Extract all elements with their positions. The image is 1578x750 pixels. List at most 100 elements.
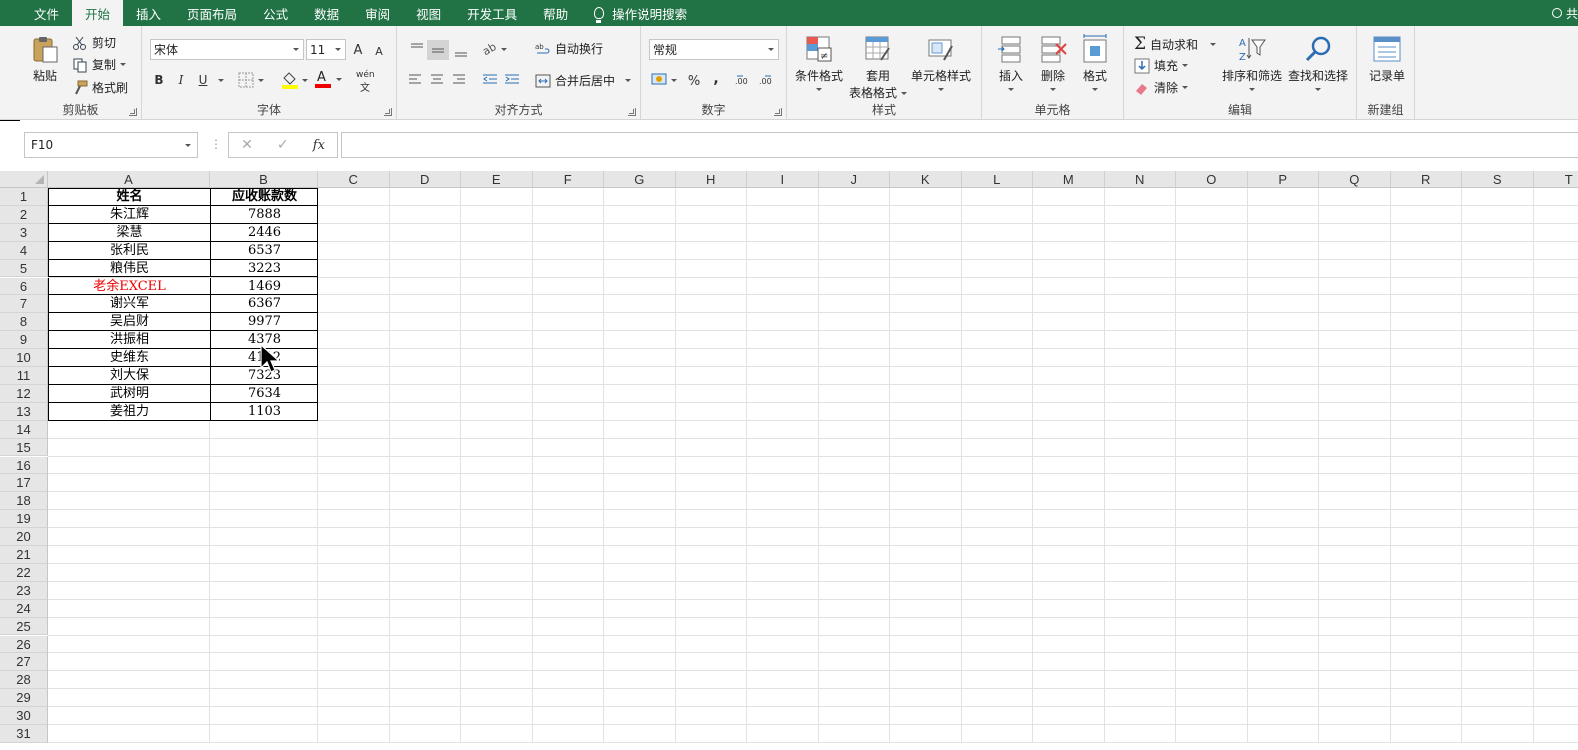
accounting-format-icon[interactable] — [651, 71, 679, 89]
tab-insert[interactable]: 插入 — [123, 0, 174, 26]
table-header-cell[interactable]: 姓名 — [48, 188, 210, 206]
table-cell[interactable]: 1103 — [210, 402, 318, 421]
font-launcher-icon[interactable] — [384, 108, 392, 116]
autosum-button[interactable]: Σ 自动求和 — [1134, 34, 1217, 54]
row-header-5[interactable]: 5 — [0, 259, 48, 278]
table-cell[interactable]: 9977 — [210, 313, 318, 332]
table-cell[interactable]: 7888 — [210, 205, 318, 224]
row-header-20[interactable]: 20 — [0, 528, 48, 546]
table-cell[interactable]: 6367 — [210, 295, 318, 314]
tab-home[interactable]: 开始 — [72, 0, 124, 26]
tab-formulas[interactable]: 公式 — [250, 0, 301, 26]
delete-cells-button[interactable]: 删除 — [1038, 34, 1068, 91]
conditional-format-button[interactable]: ≠ 条件格式 — [795, 34, 843, 91]
name-box[interactable]: F10 — [24, 132, 198, 158]
table-cell[interactable]: 老余EXCEL — [48, 277, 210, 296]
cut-button[interactable]: 剪切 — [72, 34, 116, 51]
row-header-14[interactable]: 14 — [0, 420, 48, 439]
table-cell[interactable]: 3223 — [210, 259, 318, 278]
font-size-combo[interactable]: 11 — [306, 39, 346, 60]
tab-data[interactable]: 数据 — [301, 0, 352, 26]
fill-button[interactable]: 填充 — [1134, 57, 1189, 74]
comma-button[interactable]: , — [707, 70, 725, 88]
tab-file[interactable]: 文件 — [0, 0, 72, 26]
horizontal-align-icons[interactable] — [407, 72, 535, 88]
column-header-O[interactable]: O — [1176, 171, 1248, 188]
column-header-J[interactable]: J — [818, 171, 890, 188]
table-cell[interactable]: 7634 — [210, 384, 318, 403]
column-header-T[interactable]: T — [1533, 171, 1578, 188]
percent-button[interactable]: % — [685, 72, 703, 90]
decimal-icons[interactable]: .00 .00 — [735, 72, 781, 88]
column-header-Q[interactable]: Q — [1319, 171, 1391, 188]
row-header-7[interactable]: 7 — [0, 295, 48, 314]
format-painter-button[interactable]: 格式刷 — [72, 79, 128, 96]
row-header-4[interactable]: 4 — [0, 241, 48, 260]
phonetic-button[interactable]: wén 文 — [356, 70, 390, 94]
merge-center-button[interactable]: 合并后居中 — [535, 72, 632, 89]
row-header-29[interactable]: 29 — [0, 689, 48, 708]
table-cell[interactable]: 1469 — [210, 277, 318, 296]
row-header-25[interactable]: 25 — [0, 617, 48, 636]
row-header-9[interactable]: 9 — [0, 331, 48, 350]
shrink-font-button[interactable]: A — [370, 42, 388, 60]
formula-input[interactable] — [341, 132, 1578, 158]
column-header-A[interactable]: A — [48, 171, 210, 188]
cell-styles-button[interactable]: 单元格样式 — [911, 34, 971, 91]
row-header-15[interactable]: 15 — [0, 438, 48, 457]
row-header-18[interactable]: 18 — [0, 492, 48, 511]
row-header-8[interactable]: 8 — [0, 313, 48, 332]
column-header-E[interactable]: E — [461, 171, 533, 188]
tab-review[interactable]: 审阅 — [352, 0, 403, 26]
column-header-M[interactable]: M — [1033, 171, 1105, 188]
row-header-1[interactable]: 1 — [0, 188, 48, 206]
row-header-26[interactable]: 26 — [0, 635, 48, 654]
column-header-I[interactable]: I — [747, 171, 819, 188]
table-cell[interactable]: 朱江辉 — [48, 205, 210, 224]
enter-icon[interactable]: ✓ — [277, 137, 289, 153]
paste-button[interactable]: 粘贴 — [30, 34, 60, 84]
column-header-S[interactable]: S — [1462, 171, 1534, 188]
copy-button[interactable]: 复制 — [72, 56, 127, 73]
bold-button[interactable]: B — [150, 71, 168, 89]
table-cell[interactable]: 刘大保 — [48, 367, 210, 385]
sort-filter-button[interactable]: AZ 排序和筛选 — [1222, 34, 1282, 91]
select-all-corner[interactable] — [0, 171, 48, 188]
number-launcher-icon[interactable] — [774, 108, 782, 116]
column-header-P[interactable]: P — [1247, 171, 1319, 188]
tab-view[interactable]: 视图 — [403, 0, 454, 26]
column-header-C[interactable]: C — [318, 171, 390, 188]
clear-button[interactable]: 清除 — [1134, 79, 1189, 96]
row-header-10[interactable]: 10 — [0, 349, 48, 367]
row-header-28[interactable]: 28 — [0, 671, 48, 690]
underline-button[interactable]: U — [194, 71, 212, 89]
tab-developer[interactable]: 开发工具 — [454, 0, 530, 26]
row-header-31[interactable]: 31 — [0, 725, 48, 743]
row-header-3[interactable]: 3 — [0, 223, 48, 242]
share-button[interactable]: 共 — [1551, 0, 1578, 26]
cancel-icon[interactable]: ✕ — [241, 137, 253, 153]
row-header-24[interactable]: 24 — [0, 599, 48, 618]
row-header-17[interactable]: 17 — [0, 474, 48, 493]
column-header-D[interactable]: D — [389, 171, 461, 188]
table-cell[interactable]: 粮伟民 — [48, 259, 210, 278]
row-header-22[interactable]: 22 — [0, 563, 48, 582]
underline-dropdown[interactable] — [212, 71, 230, 89]
column-header-H[interactable]: H — [675, 171, 747, 188]
data-form-button[interactable]: 记录单 — [1369, 34, 1405, 84]
table-cell[interactable]: 武树明 — [48, 384, 210, 403]
row-header-6[interactable]: 6 — [0, 277, 48, 296]
tell-me-search[interactable]: 操作说明搜索 — [581, 0, 700, 26]
column-header-K[interactable]: K — [890, 171, 962, 188]
row-header-13[interactable]: 13 — [0, 402, 48, 421]
font-name-combo[interactable]: 宋体 — [150, 39, 304, 60]
column-header-L[interactable]: L — [961, 171, 1033, 188]
column-header-R[interactable]: R — [1390, 171, 1462, 188]
table-cell[interactable]: 谢兴军 — [48, 295, 210, 314]
column-header-F[interactable]: F — [532, 171, 604, 188]
table-cell[interactable]: 姜祖力 — [48, 402, 210, 421]
borders-icon[interactable] — [238, 72, 266, 88]
clipboard-launcher-icon[interactable] — [129, 108, 137, 116]
row-header-2[interactable]: 2 — [0, 205, 48, 224]
worksheet-grid[interactable]: ABCDEFGHIJKLMNOPQRST 1 2 3 4 5 6 7 8 9 10 11 12 13 14… — [0, 171, 1578, 750]
